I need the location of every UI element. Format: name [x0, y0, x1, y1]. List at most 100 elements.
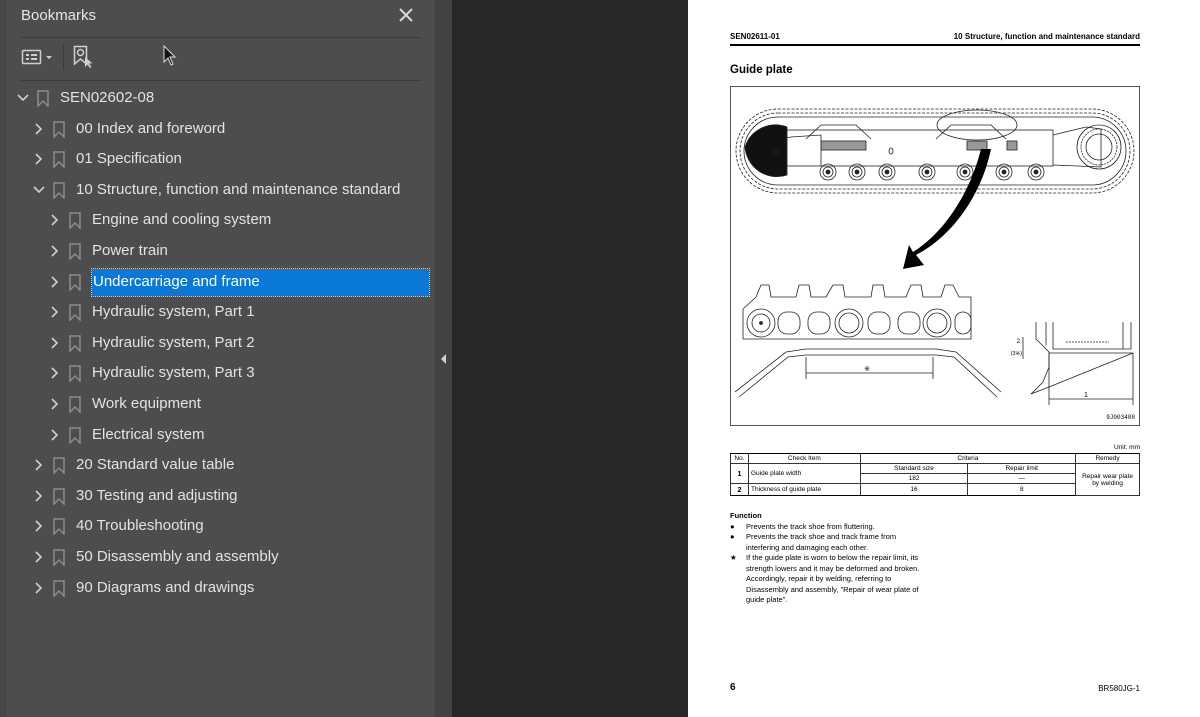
row-1-limit: — — [967, 473, 1077, 484]
row-1-standard: 182 — [859, 473, 969, 484]
bookmark-item[interactable]: Electrical system — [0, 421, 434, 449]
bookmark-label[interactable]: 00 Index and foreword — [76, 119, 225, 141]
bookmark-item[interactable]: Hydraulic system, Part 2 — [0, 329, 434, 357]
chevron-right-icon[interactable] — [49, 213, 61, 227]
bookmark-icon — [69, 243, 81, 261]
bookmark-label[interactable]: 30 Testing and adjusting — [76, 486, 238, 508]
page-header-section: 10 Structure, function and maintenance s… — [953, 32, 1140, 41]
roller-shape — [924, 169, 930, 175]
find-current-bookmark-icon — [73, 45, 93, 68]
document-page: SEN02611-01 10 Structure, function and m… — [688, 0, 1200, 717]
function-item: ★ If the guide plate is worn to below the… — [730, 553, 926, 606]
remedy-cell: Repair wear plate by welding — [1075, 463, 1140, 496]
bookmark-label[interactable]: 40 Troubleshooting — [76, 516, 204, 538]
chevron-right-icon[interactable] — [49, 305, 61, 319]
chevron-right-icon[interactable] — [33, 519, 45, 533]
row-2-standard: 16 — [859, 483, 969, 496]
chevron-right-icon[interactable] — [49, 366, 61, 380]
chevron-right-icon[interactable] — [33, 458, 45, 472]
bookmarks-panel: Bookmarks SEN02602-08 00 Index and forewo… — [0, 0, 434, 717]
bookmark-item[interactable]: Hydraulic system, Part 1 — [0, 298, 434, 326]
bookmark-item[interactable]: 10 Structure, function and maintenance s… — [0, 176, 434, 204]
bookmark-icon — [53, 151, 65, 169]
bookmark-label[interactable]: Work equipment — [92, 394, 201, 416]
bookmark-icon — [53, 182, 65, 200]
bookmark-item[interactable]: 50 Disassembly and assembly — [0, 543, 434, 571]
roller-shape — [825, 169, 831, 175]
roller-shape — [1033, 169, 1039, 175]
chevron-right-icon[interactable] — [49, 397, 61, 411]
bookmark-item[interactable]: Power train — [0, 237, 434, 265]
options-menu-button[interactable] — [21, 47, 57, 72]
divider — [21, 37, 421, 38]
bookmark-label[interactable]: Hydraulic system, Part 2 — [92, 333, 255, 355]
chevron-right-icon[interactable] — [33, 489, 45, 503]
bookmark-item[interactable]: 90 Diagrams and drawings — [0, 574, 434, 602]
chevron-right-icon[interactable] — [49, 336, 61, 350]
bookmark-label[interactable]: 10 Structure, function and maintenance s… — [76, 180, 400, 202]
chevron-right-icon[interactable] — [33, 550, 45, 564]
header-criteria: Criteria — [859, 453, 1077, 464]
bookmark-icon — [53, 549, 65, 567]
bookmark-item[interactable]: 30 Testing and adjusting — [0, 482, 434, 510]
bookmark-label[interactable]: Undercarriage and frame — [91, 267, 430, 297]
track-frame-drawing: ※ 2 (3※) 1 — [734, 108, 1135, 405]
figure-id: 9J003408 — [1106, 414, 1135, 421]
figure-dim-main: ※ — [864, 366, 870, 373]
function-item-text: Prevents the track shoe and track frame … — [746, 532, 897, 552]
close-icon — [399, 8, 413, 22]
panel-collapse-strip[interactable] — [434, 0, 452, 717]
bookmark-label[interactable]: Hydraulic system, Part 1 — [92, 302, 255, 324]
page-number: 6 — [730, 682, 736, 693]
function-item: ● Prevents the track shoe and track frame… — [730, 532, 926, 553]
page-header-doc-id: SEN02611-01 — [730, 32, 780, 41]
bookmark-item[interactable]: Work equipment — [0, 390, 434, 418]
chevron-right-icon[interactable] — [49, 428, 61, 442]
bookmark-item[interactable]: 20 Standard value table — [0, 451, 434, 479]
bookmark-label[interactable]: Power train — [92, 241, 168, 263]
bookmark-icon — [69, 426, 81, 445]
chevron-right-icon[interactable] — [33, 122, 45, 136]
chevron-right-icon[interactable] — [49, 244, 61, 258]
bookmark-label[interactable]: 50 Disassembly and assembly — [76, 547, 279, 569]
bookmark-icon — [53, 120, 65, 139]
bookmark-label[interactable]: SEN02602-08 — [60, 88, 154, 110]
star-icon: ★ — [730, 553, 737, 562]
bookmark-label[interactable]: 90 Diagrams and drawings — [76, 578, 254, 600]
bookmark-label[interactable]: 20 Standard value table — [76, 455, 234, 477]
chevron-right-icon[interactable] — [49, 275, 61, 289]
bookmark-label[interactable]: Electrical system — [92, 425, 205, 447]
find-current-bookmark-button[interactable] — [72, 45, 96, 74]
header-no: No. — [730, 453, 749, 464]
page-heading: Guide plate — [730, 64, 793, 76]
bookmark-icon — [69, 212, 81, 231]
bookmark-icon — [69, 273, 81, 292]
bookmark-item[interactable]: SEN02602-08 — [0, 84, 434, 112]
chevron-down-icon[interactable] — [33, 183, 45, 197]
bookmark-item[interactable]: 40 Troubleshooting — [0, 512, 434, 540]
bookmark-label[interactable]: Hydraulic system, Part 3 — [92, 363, 255, 385]
row-1-item: Guide plate width — [747, 463, 861, 484]
function-title: Function — [730, 511, 762, 520]
function-item-text: Prevents the track shoe from fluttering. — [746, 521, 875, 531]
subheader-repair-limit: Repair limit — [967, 463, 1077, 474]
chevron-down-icon[interactable] — [17, 91, 29, 105]
figure-dim-2: 2 — [1017, 339, 1021, 345]
divider — [21, 80, 421, 81]
bookmark-item[interactable]: Undercarriage and frame — [0, 267, 434, 297]
bookmark-item[interactable]: 00 Index and foreword — [0, 115, 434, 143]
bookmark-label[interactable]: Engine and cooling system — [92, 210, 271, 232]
chevron-right-icon[interactable] — [33, 581, 45, 595]
function-section: Function ● Prevents the track shoe from f… — [730, 511, 926, 606]
function-item: ● Prevents the track shoe from fluttering… — [730, 522, 926, 533]
collapse-left-icon[interactable] — [441, 354, 446, 364]
bookmark-label[interactable]: 01 Specification — [76, 149, 182, 171]
chevron-right-icon[interactable] — [33, 152, 45, 166]
close-panel-button[interactable] — [397, 6, 415, 24]
bookmark-item[interactable]: Engine and cooling system — [0, 206, 434, 234]
header-rule — [730, 44, 1140, 46]
bookmark-item[interactable]: 01 Specification — [0, 145, 434, 173]
toolbar-separator — [63, 44, 64, 70]
roller-shape — [962, 169, 968, 175]
bookmark-item[interactable]: Hydraulic system, Part 3 — [0, 359, 434, 387]
